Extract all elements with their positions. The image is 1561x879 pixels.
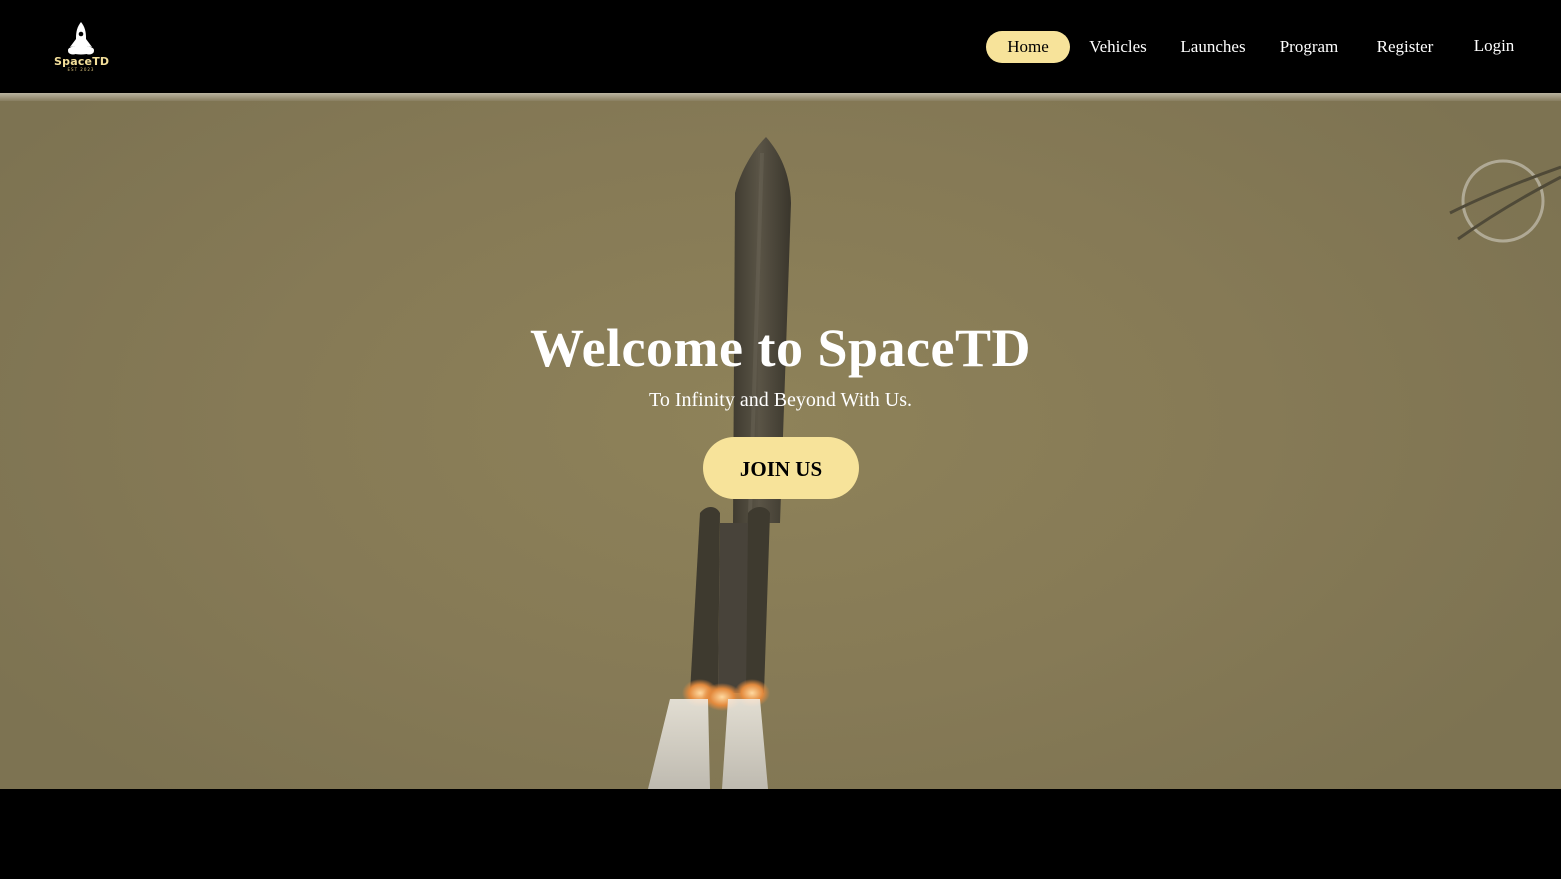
nav-register[interactable]: Register (1370, 31, 1440, 63)
nav-launches[interactable]: Launches (1174, 31, 1252, 63)
nav-login[interactable]: Login (1466, 30, 1522, 62)
hero-subtitle: To Infinity and Beyond With Us. (649, 389, 912, 411)
top-navbar: SpaceTD EST 2023 Home Vehicles Launches … (0, 0, 1561, 93)
nav-home[interactable]: Home (986, 31, 1070, 63)
join-us-button[interactable]: JOIN US (703, 437, 859, 499)
brand-logo[interactable]: SpaceTD EST 2023 (54, 20, 110, 74)
footer-bar (0, 789, 1561, 879)
rocket-icon (68, 22, 94, 55)
hero-section: Welcome to SpaceTD To Infinity and Beyon… (0, 93, 1561, 789)
brand-established: EST 2023 (67, 67, 95, 72)
nasa-watermark (1449, 159, 1561, 243)
hero-title: Welcome to SpaceTD (530, 318, 1031, 378)
nav-program[interactable]: Program (1274, 31, 1344, 63)
nav-vehicles[interactable]: Vehicles (1084, 31, 1152, 63)
